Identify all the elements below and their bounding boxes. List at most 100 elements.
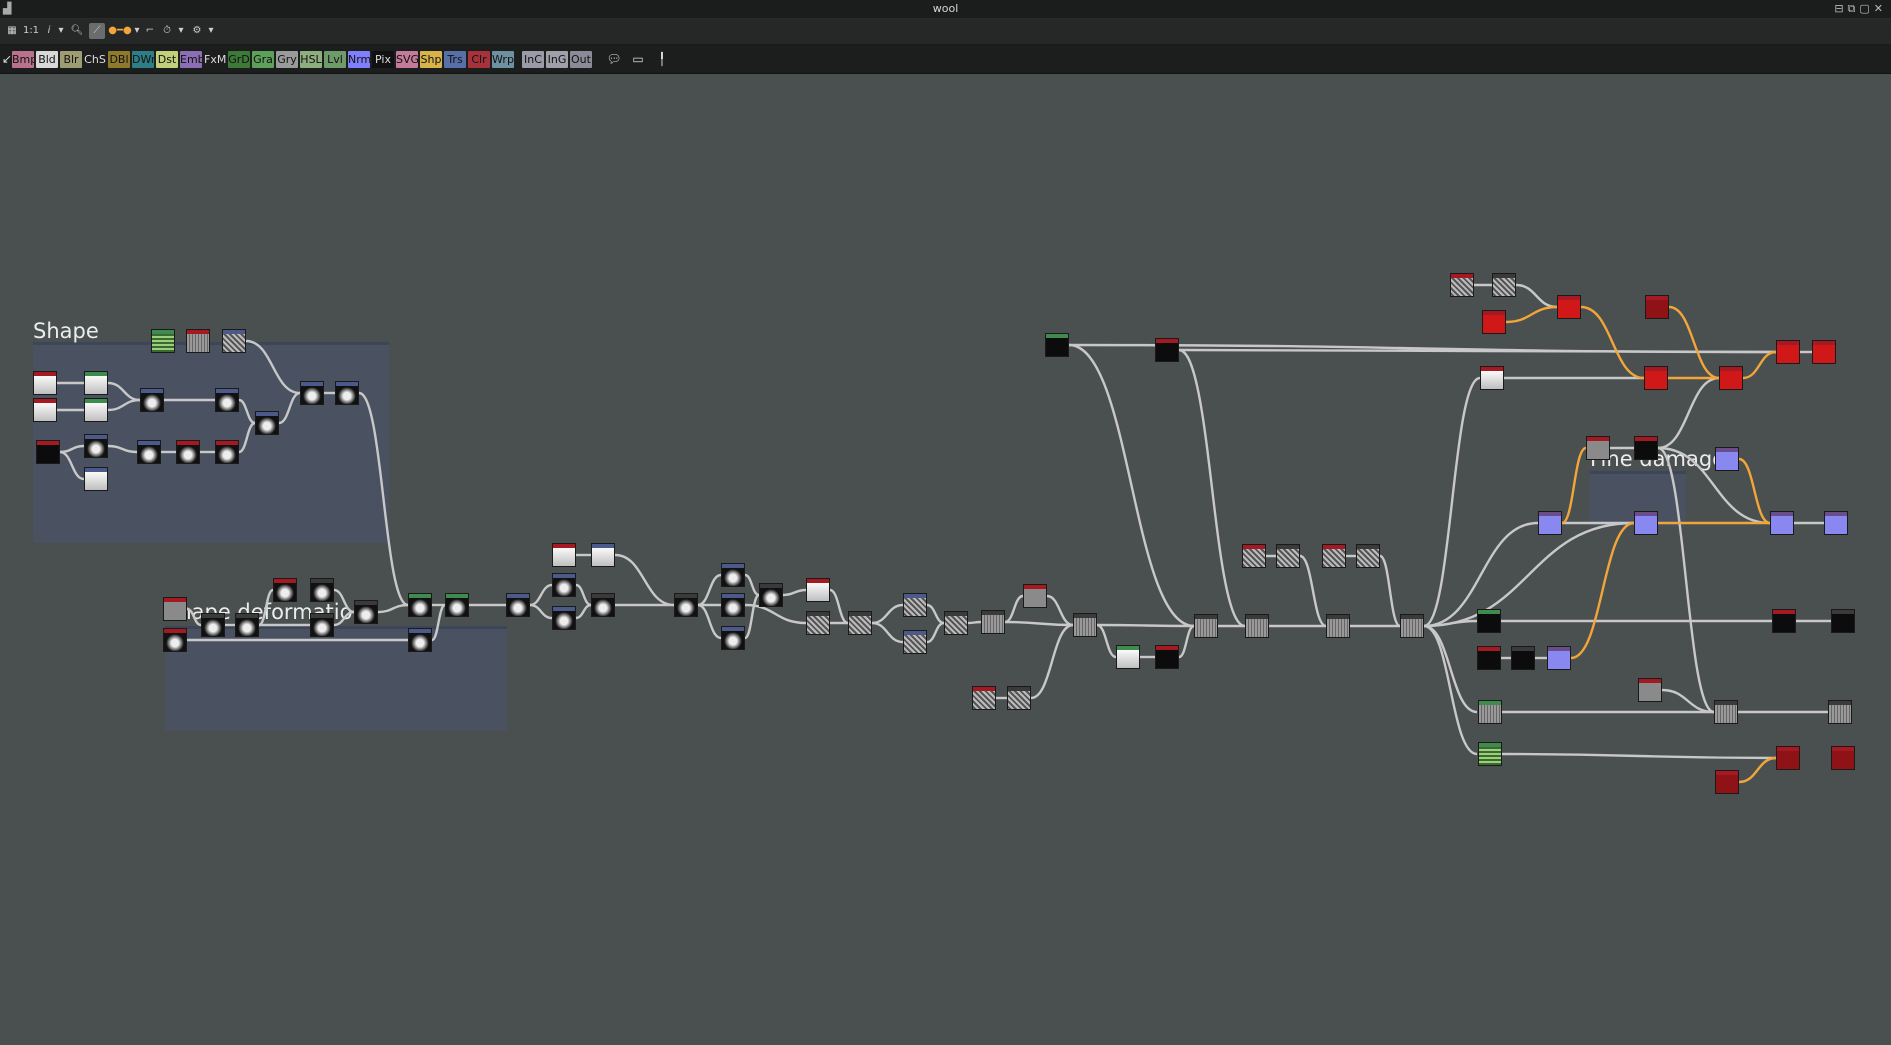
- graph-node[interactable]: [140, 388, 164, 412]
- node-category-bmp[interactable]: Bmp: [12, 51, 34, 68]
- node-category-dwr[interactable]: DWr: [132, 51, 154, 68]
- graph-node[interactable]: [1482, 310, 1506, 334]
- gear-icon[interactable]: ⚙: [190, 23, 204, 39]
- graph-node[interactable]: [903, 593, 927, 617]
- graph-node[interactable]: [1644, 366, 1668, 390]
- node-category-emb[interactable]: Emb: [180, 51, 202, 68]
- graph-node[interactable]: [721, 563, 745, 587]
- graph-node[interactable]: [445, 593, 469, 617]
- chevron-down-icon[interactable]: ▾: [132, 23, 142, 39]
- graph-node[interactable]: [1586, 436, 1610, 460]
- graph-node[interactable]: [1478, 700, 1502, 724]
- graph-node[interactable]: [1638, 678, 1662, 702]
- chevron-down-icon[interactable]: ▾: [56, 23, 66, 39]
- graph-node[interactable]: [674, 593, 698, 617]
- graph-node[interactable]: [215, 440, 239, 464]
- graph-node[interactable]: [1634, 436, 1658, 460]
- graph-node[interactable]: [1023, 584, 1047, 608]
- graph-node[interactable]: [1116, 645, 1140, 669]
- graph-node[interactable]: [1194, 614, 1218, 638]
- graph-node[interactable]: [310, 578, 334, 602]
- chevron-down-icon[interactable]: ▾: [176, 23, 186, 39]
- graph-node[interactable]: [84, 434, 108, 458]
- node-category-nrm[interactable]: Nrm: [348, 51, 370, 68]
- graph-node[interactable]: [163, 597, 187, 621]
- node-category-gra[interactable]: Gra: [252, 51, 274, 68]
- graph-node[interactable]: [151, 329, 175, 353]
- graph-node[interactable]: [1714, 700, 1738, 724]
- grid-icon[interactable]: ▦: [5, 23, 19, 39]
- graph-node[interactable]: [1450, 273, 1474, 297]
- node-category-ing[interactable]: InG: [546, 51, 568, 68]
- graph-node[interactable]: [273, 578, 297, 602]
- graph-node[interactable]: [222, 329, 246, 353]
- graph-node[interactable]: [1831, 746, 1855, 770]
- graph-node[interactable]: [903, 630, 927, 654]
- node-category-chs[interactable]: ChS: [84, 51, 106, 68]
- graph-node[interactable]: [1547, 646, 1571, 670]
- speech-bubble-icon[interactable]: 💬︎: [606, 51, 622, 67]
- graph-node[interactable]: [84, 371, 108, 395]
- graph-node[interactable]: [1242, 544, 1266, 568]
- graph-node[interactable]: [1831, 609, 1855, 633]
- graph-node[interactable]: [235, 613, 259, 637]
- graph-node[interactable]: [163, 628, 187, 652]
- node-category-hsl[interactable]: HSL: [300, 51, 322, 68]
- link-style-button[interactable]: ⟋: [89, 23, 105, 39]
- graph-node[interactable]: [552, 543, 576, 567]
- graph-node[interactable]: [552, 606, 576, 630]
- graph-node[interactable]: [1155, 645, 1179, 669]
- graph-node[interactable]: [1776, 746, 1800, 770]
- node-graph-canvas[interactable]: Shape Shape deformation Fine damage: [0, 74, 1891, 1045]
- graph-node[interactable]: [1824, 511, 1848, 535]
- graph-node[interactable]: [1478, 742, 1502, 766]
- pin-icon[interactable]: ╿: [654, 51, 670, 67]
- node-category-bld[interactable]: Bld: [36, 51, 58, 68]
- node-category-out[interactable]: Out: [570, 51, 592, 68]
- graph-node[interactable]: [1715, 447, 1739, 471]
- graph-node[interactable]: [1007, 686, 1031, 710]
- node-category-dbl[interactable]: DBl: [108, 51, 130, 68]
- graph-node[interactable]: [1557, 295, 1581, 319]
- graph-node[interactable]: [591, 593, 615, 617]
- graph-node[interactable]: [84, 398, 108, 422]
- graph-node[interactable]: [408, 628, 432, 652]
- node-category-wrp[interactable]: Wrp: [492, 51, 514, 68]
- graph-node[interactable]: [408, 593, 432, 617]
- node-category-dst[interactable]: Dst: [156, 51, 178, 68]
- graph-node[interactable]: [1245, 614, 1269, 638]
- node-category-trs[interactable]: Trs: [444, 51, 466, 68]
- graph-node[interactable]: [335, 381, 359, 405]
- graph-node[interactable]: [310, 613, 334, 637]
- info-button[interactable]: i: [44, 23, 54, 39]
- stopwatch-icon[interactable]: ⏱: [160, 23, 174, 39]
- graph-node[interactable]: [1511, 646, 1535, 670]
- graph-node[interactable]: [552, 573, 576, 597]
- graph-node[interactable]: [84, 467, 108, 491]
- graph-node[interactable]: [1276, 544, 1300, 568]
- graph-node[interactable]: [806, 611, 830, 635]
- chevron-down-icon[interactable]: ▾: [206, 23, 216, 39]
- node-category-lvl[interactable]: Lvl: [324, 51, 346, 68]
- connection-mode-icon[interactable]: ●━●: [108, 23, 132, 39]
- node-category-shp[interactable]: Shp: [420, 51, 442, 68]
- graph-node[interactable]: [1715, 770, 1739, 794]
- graph-node[interactable]: [1155, 338, 1179, 362]
- graph-node[interactable]: [1645, 295, 1669, 319]
- graph-node[interactable]: [36, 440, 60, 464]
- graph-node[interactable]: [1322, 544, 1346, 568]
- graph-node[interactable]: [1400, 614, 1424, 638]
- graph-node[interactable]: [1770, 511, 1794, 535]
- graph-node[interactable]: [137, 440, 161, 464]
- graph-node[interactable]: [759, 583, 783, 607]
- graph-node[interactable]: [1480, 366, 1504, 390]
- graph-node[interactable]: [1719, 366, 1743, 390]
- graph-node[interactable]: [1772, 609, 1796, 633]
- graph-node[interactable]: [1477, 609, 1501, 633]
- graph-node[interactable]: [721, 593, 745, 617]
- magnifier-icon[interactable]: 🔍︎: [70, 23, 84, 39]
- graph-node[interactable]: [1073, 613, 1097, 637]
- graph-node[interactable]: [354, 600, 378, 624]
- graph-node[interactable]: [1045, 333, 1069, 357]
- graph-node[interactable]: [1538, 511, 1562, 535]
